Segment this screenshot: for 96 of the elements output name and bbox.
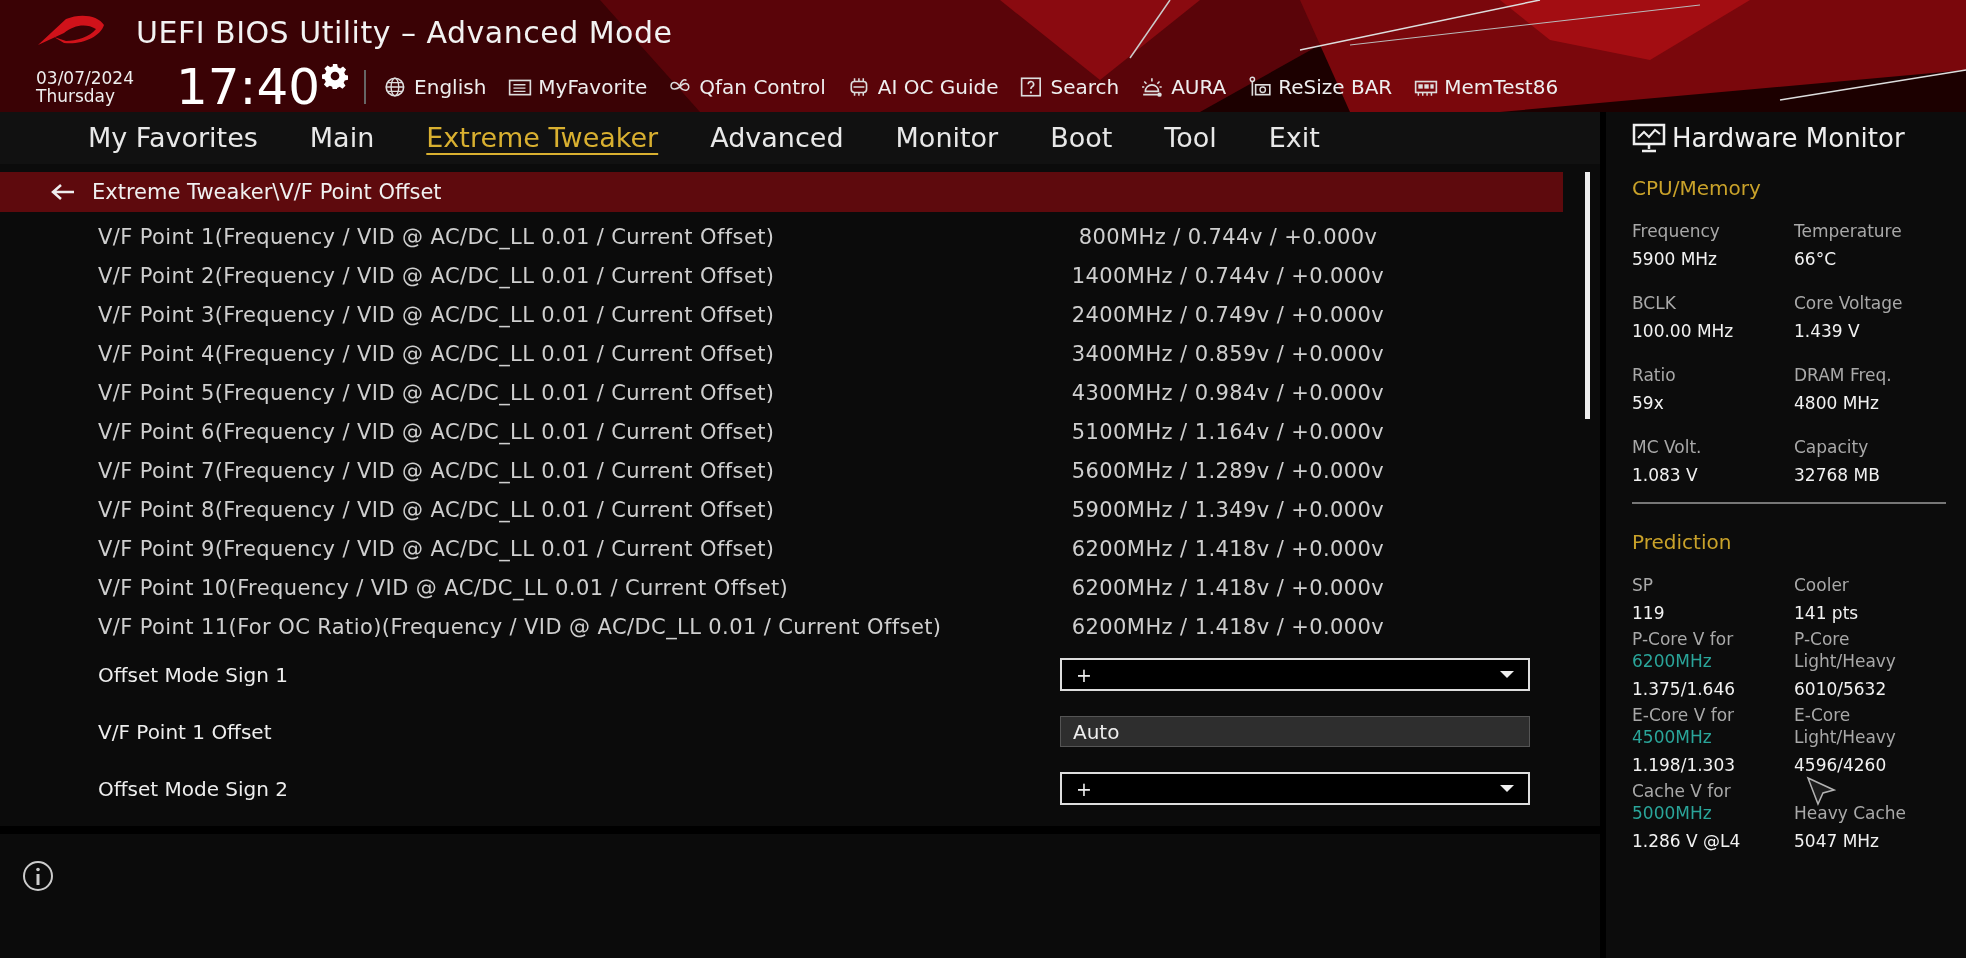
setting-value: 1400MHz / 0.744v / +0.000v — [1070, 263, 1386, 288]
window-title: UEFI BIOS Utility – Advanced Mode — [136, 14, 673, 50]
setting-label: V/F Point 10(Frequency / VID @ AC/DC_LL 0.01 / Current Offset) — [98, 575, 790, 600]
setting-value: 5600MHz / 1.289v / +0.000v — [1070, 458, 1386, 483]
stat-label: Heavy Cache — [1794, 802, 1907, 824]
setting-label: V/F Point 8(Frequency / VID @ AC/DC_LL 0.01 / Current Offset) — [98, 497, 776, 522]
toolbar-button[interactable]: AI OC Guide — [847, 75, 999, 99]
stat-value: 66°C — [1794, 248, 1837, 270]
info-icon — [22, 860, 54, 892]
toolbar-button[interactable]: MemTest86 — [1414, 75, 1559, 99]
setting-label: V/F Point 1(Frequency / VID @ AC/DC_LL 0.01 / Current Offset) — [98, 224, 776, 249]
toolbar-button[interactable]: Search — [1020, 75, 1120, 99]
stat-value: 119 — [1632, 602, 1665, 624]
nav-tab[interactable]: Extreme Tweaker — [426, 120, 659, 156]
stat-label: Ratio — [1632, 364, 1676, 386]
stat-label: E-Core V for — [1632, 704, 1736, 726]
stat-label: Temperature — [1794, 220, 1902, 242]
setting-value: 5100MHz / 1.164v / +0.000v — [1070, 419, 1386, 444]
toolbar-button[interactable]: English — [384, 75, 487, 99]
stat-value: 1.286 V @L4 — [1632, 830, 1741, 852]
stat-value: 1.083 V — [1632, 464, 1699, 486]
setting-label: V/F Point 6(Frequency / VID @ AC/DC_LL 0.01 / Current Offset) — [98, 419, 776, 444]
stat-label: SP — [1632, 574, 1655, 596]
setting-label: V/F Point 3(Frequency / VID @ AC/DC_LL 0.01 / Current Offset) — [98, 302, 776, 327]
setting-value: 6200MHz / 1.418v / +0.000v — [1070, 536, 1386, 561]
setting-value: 3400MHz / 0.859v / +0.000v — [1070, 341, 1386, 366]
stat-value: 32768 MB — [1794, 464, 1880, 486]
stat-label: Capacity — [1794, 436, 1870, 458]
setting-value: 5900MHz / 1.349v / +0.000v — [1070, 497, 1386, 522]
section-title: Prediction — [1632, 530, 1733, 554]
monitor-icon — [1632, 123, 1666, 153]
stat-label: E-Core Light/Heavy — [1794, 704, 1897, 748]
nav-tab[interactable]: Boot — [1050, 120, 1113, 156]
clock-time: 17:40 — [176, 58, 321, 112]
setting-value: 800MHz / 0.744v / +0.000v — [1077, 224, 1379, 249]
breadcrumb: Extreme Tweaker\V/F Point Offset — [92, 180, 442, 204]
stat-value: 5047 MHz — [1794, 830, 1881, 852]
stat-value: 6010/5632 — [1794, 678, 1888, 700]
stat-value: 141 pts — [1794, 602, 1859, 624]
setting-label: V/F Point 2(Frequency / VID @ AC/DC_LL 0.01 / Current Offset) — [98, 263, 776, 288]
input-field[interactable]: Auto — [1060, 716, 1530, 747]
stat-value: 100.00 MHz — [1632, 320, 1734, 342]
setting-value: 6200MHz / 1.418v / +0.000v — [1070, 575, 1386, 600]
dropdown[interactable]: + — [1060, 658, 1530, 691]
nav-tab[interactable]: Exit — [1268, 120, 1320, 156]
stat-value: 1.198/1.303 — [1632, 754, 1736, 776]
stat-label: MC Volt. — [1632, 436, 1702, 458]
setting-value: 2400MHz / 0.749v / +0.000v — [1070, 302, 1386, 327]
toolbar-button[interactable]: Qfan Control — [669, 75, 826, 99]
panel-title: Hardware Monitor — [1672, 123, 1905, 153]
toolbar-button[interactable]: AURA — [1141, 75, 1227, 99]
stat-label: P-Core V for — [1632, 628, 1735, 650]
date: 03/07/2024 — [36, 69, 135, 87]
setting-label: V/F Point 7(Frequency / VID @ AC/DC_LL 0.01 / Current Offset) — [98, 458, 776, 483]
stat-value: 1.439 V — [1794, 320, 1861, 342]
stat-value: 4800 MHz — [1794, 392, 1881, 414]
nav-tab[interactable]: Tool — [1164, 120, 1217, 156]
toolbar-button[interactable]: ReSize BAR — [1248, 75, 1393, 99]
stat-label: Frequency — [1632, 220, 1720, 242]
stat-frequency: 4500MHz — [1632, 726, 1713, 748]
stat-value: 5900 MHz — [1632, 248, 1719, 270]
stat-label: Cache V for — [1632, 780, 1732, 802]
setting-label: Offset Mode Sign 2 — [98, 776, 289, 801]
section-title: CPU/Memory — [1632, 176, 1762, 200]
stat-value: 59x — [1632, 392, 1665, 414]
setting-label: V/F Point 5(Frequency / VID @ AC/DC_LL 0.01 / Current Offset) — [98, 380, 776, 405]
back-arrow-icon[interactable] — [50, 183, 76, 201]
dropdown[interactable]: + — [1060, 772, 1530, 805]
stat-label: BCLK — [1632, 292, 1677, 314]
setting-label: Offset Mode Sign 1 — [98, 662, 289, 687]
setting-label: V/F Point 1 Offset — [98, 719, 273, 744]
setting-value: 6200MHz / 1.418v / +0.000v — [1070, 614, 1386, 639]
nav-tab[interactable]: Monitor — [895, 120, 999, 156]
setting-value: 4300MHz / 0.984v / +0.000v — [1070, 380, 1386, 405]
scrollbar[interactable] — [1585, 172, 1590, 419]
stat-label: DRAM Freq. — [1794, 364, 1892, 386]
stat-frequency: 5000MHz — [1632, 802, 1713, 824]
stat-value: 4596/4260 — [1794, 754, 1888, 776]
setting-label: V/F Point 11(For OC Ratio)(Frequency / VID @ AC/DC_LL 0.01 / Current Offset) — [98, 614, 943, 639]
settings-icon[interactable] — [322, 63, 349, 89]
nav-tab[interactable]: Advanced — [710, 120, 844, 156]
setting-label: V/F Point 9(Frequency / VID @ AC/DC_LL 0.01 / Current Offset) — [98, 536, 776, 561]
nav-tab[interactable]: Main — [309, 120, 375, 156]
caret-icon — [1500, 670, 1514, 679]
cursor-icon — [1806, 776, 1836, 806]
stat-label: Cooler — [1794, 574, 1850, 596]
stat-value: 1.375/1.646 — [1632, 678, 1736, 700]
card-icon — [1248, 76, 1273, 98]
weekday: Thursday — [36, 87, 117, 105]
stat-label: P-Core Light/Heavy — [1794, 628, 1897, 672]
caret-icon — [1500, 784, 1514, 793]
toolbar-button[interactable]: MyFavorite — [508, 75, 648, 99]
nav-tab[interactable]: My Favorites — [88, 120, 258, 156]
setting-label: V/F Point 4(Frequency / VID @ AC/DC_LL 0.01 / Current Offset) — [98, 341, 776, 366]
stat-label: Core Voltage — [1794, 292, 1903, 314]
stat-frequency: 6200MHz — [1632, 650, 1713, 672]
